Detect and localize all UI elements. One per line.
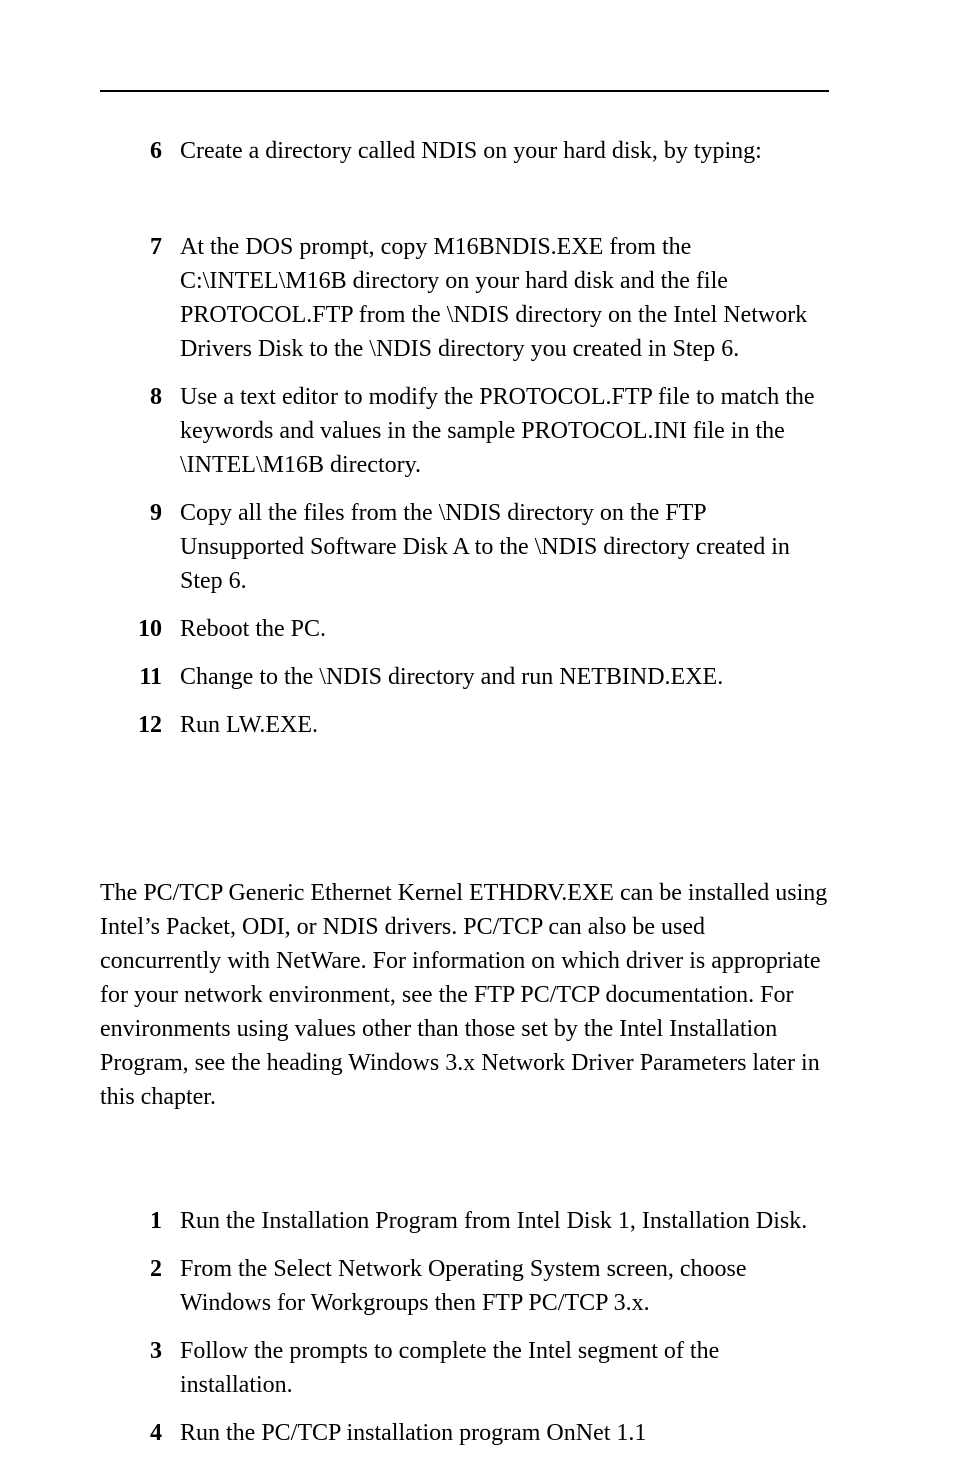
list-item: 4 Run the PC/TCP installation program On… xyxy=(100,1416,829,1450)
list-item: 7 At the DOS prompt, copy M16BNDIS.EXE f… xyxy=(100,230,829,366)
document-page: 6 Create a directory called NDIS on your… xyxy=(0,0,954,1475)
spacer xyxy=(100,182,829,230)
step-text: Run LW.EXE. xyxy=(180,708,829,742)
spacer xyxy=(100,1114,829,1204)
body-paragraph: The PC/TCP Generic Ethernet Kernel ETHDR… xyxy=(100,876,829,1114)
step-number: 6 xyxy=(100,134,180,168)
list-item: 2 From the Select Network Operating Syst… xyxy=(100,1252,829,1320)
step-number: 12 xyxy=(100,708,180,742)
step-number: 8 xyxy=(100,380,180,414)
step-number: 2 xyxy=(100,1252,180,1286)
step-number: 11 xyxy=(100,660,180,694)
step-text: At the DOS prompt, copy M16BNDIS.EXE fro… xyxy=(180,230,829,366)
step-text: Run the PC/TCP installation program OnNe… xyxy=(180,1416,829,1450)
step-text: Run the Installation Program from Intel … xyxy=(180,1204,829,1238)
step-number: 1 xyxy=(100,1204,180,1238)
list-item: 8 Use a text editor to modify the PROTOC… xyxy=(100,380,829,482)
list-item: 9 Copy all the files from the \NDIS dire… xyxy=(100,496,829,598)
list-item: 12 Run LW.EXE. xyxy=(100,708,829,742)
step-number: 10 xyxy=(100,612,180,646)
list-item: 6 Create a directory called NDIS on your… xyxy=(100,134,829,168)
step-text: Change to the \NDIS directory and run NE… xyxy=(180,660,829,694)
step-number: 9 xyxy=(100,496,180,530)
step-text: Use a text editor to modify the PROTOCOL… xyxy=(180,380,829,482)
step-text: Follow the prompts to complete the Intel… xyxy=(180,1334,829,1402)
list-item: 11 Change to the \NDIS directory and run… xyxy=(100,660,829,694)
list-item: 1 Run the Installation Program from Inte… xyxy=(100,1204,829,1238)
step-text: Reboot the PC. xyxy=(180,612,829,646)
step-number: 7 xyxy=(100,230,180,264)
step-text: Copy all the files from the \NDIS direct… xyxy=(180,496,829,598)
list-item: 3 Follow the prompts to complete the Int… xyxy=(100,1334,829,1402)
step-number: 4 xyxy=(100,1416,180,1450)
step-number: 3 xyxy=(100,1334,180,1368)
step-text: Create a directory called NDIS on your h… xyxy=(180,134,829,168)
step-text: From the Select Network Operating System… xyxy=(180,1252,829,1320)
horizontal-rule xyxy=(100,90,829,92)
spacer xyxy=(100,756,829,876)
list-item: 10 Reboot the PC. xyxy=(100,612,829,646)
